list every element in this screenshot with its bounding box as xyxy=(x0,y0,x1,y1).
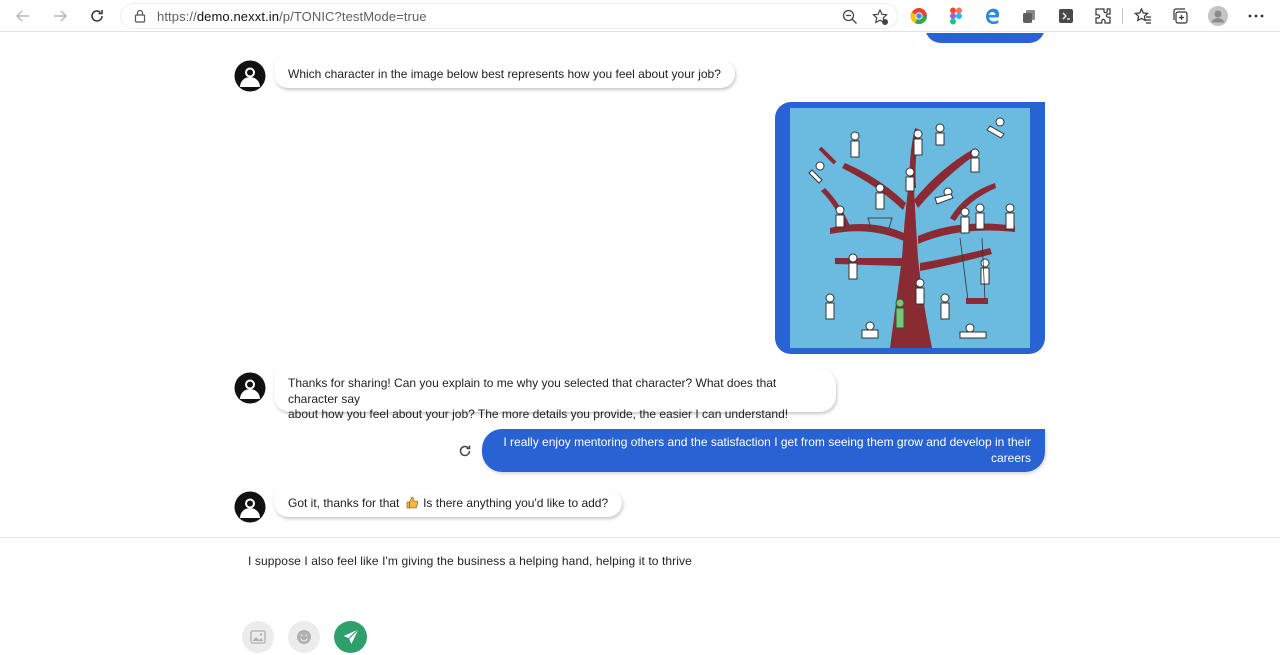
bot-message-3-text-start: Got it, thanks for that xyxy=(288,496,400,510)
bot-avatar-icon xyxy=(234,372,266,404)
extensions-icon[interactable] xyxy=(1093,6,1113,26)
bot-avatar-icon xyxy=(234,60,266,92)
zoom-icon[interactable] xyxy=(841,8,859,26)
attach-image-button[interactable] xyxy=(242,621,274,653)
chrome-extension-icon[interactable] xyxy=(909,6,929,26)
profile-avatar[interactable] xyxy=(1207,5,1229,27)
arrow-right-icon xyxy=(54,10,67,22)
tree-characters-image[interactable] xyxy=(790,108,1030,348)
tree-illustration-icon xyxy=(808,117,1015,348)
copy-extension-icon[interactable] xyxy=(1019,6,1039,26)
toolbar-divider xyxy=(1122,8,1123,24)
back-button[interactable] xyxy=(11,4,35,28)
url-host: demo.nexxt.in xyxy=(196,9,280,24)
add-favorite-icon[interactable] xyxy=(871,8,889,26)
message-input[interactable]: I suppose I also feel like I'm giving th… xyxy=(248,554,692,568)
reload-icon xyxy=(91,10,103,22)
bot-message-2-line-1: Thanks for sharing! Can you explain to m… xyxy=(288,376,777,406)
url-text[interactable]: https://demo.nexxt.in/p/TONIC?testMode=t… xyxy=(157,9,427,24)
bot-message-2: Thanks for sharing! Can you explain to m… xyxy=(274,369,836,421)
script-extension-icon[interactable] xyxy=(1056,6,1076,26)
message-composer: I suppose I also feel like I'm giving th… xyxy=(0,537,1280,655)
arrow-left-icon xyxy=(16,10,29,22)
favorites-icon[interactable] xyxy=(1133,6,1153,26)
smiley-icon xyxy=(297,630,311,644)
bot-message-1: Which character in the image below best … xyxy=(274,60,735,88)
more-options-icon[interactable] xyxy=(1246,6,1266,26)
user-message-1-line-1: I really enjoy mentoring others and the … xyxy=(503,435,1031,449)
browser-toolbar: https://demo.nexxt.in/p/TONIC?testMode=t… xyxy=(0,0,1280,32)
previous-user-bubble xyxy=(925,33,1045,43)
bot-message-1-text: Which character in the image below best … xyxy=(288,67,721,81)
paper-plane-icon xyxy=(343,629,359,644)
url-prefix: https:// xyxy=(157,9,197,24)
lock-icon xyxy=(134,9,146,23)
emoji-button[interactable] xyxy=(288,621,320,653)
bot-message-3-text-end: Is there anything you'd like to add? xyxy=(423,496,609,510)
user-image-message[interactable] xyxy=(775,102,1045,354)
bot-avatar-icon xyxy=(234,491,266,523)
address-bar[interactable]: https://demo.nexxt.in/p/TONIC?testMode=t… xyxy=(120,3,898,29)
user-message-1: I really enjoy mentoring others and the … xyxy=(482,429,1045,472)
edge-extension-icon[interactable] xyxy=(982,6,1002,26)
user-message-1-line-2: careers xyxy=(990,450,1031,465)
forward-button[interactable] xyxy=(48,4,72,28)
bot-message-3: Got it, thanks for that Is there anythin… xyxy=(274,489,623,517)
bot-message-2-line-2: about how you feel about your job? The m… xyxy=(288,407,789,421)
url-path: /p/TONIC?testMode=true xyxy=(279,9,427,24)
reload-button[interactable] xyxy=(85,4,109,28)
send-button[interactable] xyxy=(334,621,367,653)
retry-icon[interactable] xyxy=(458,444,472,458)
thumbs-up-icon xyxy=(406,496,418,509)
chat-thread: Which character in the image below best … xyxy=(0,33,1280,537)
image-icon xyxy=(250,630,266,644)
figma-extension-icon[interactable] xyxy=(946,6,966,26)
collections-icon[interactable] xyxy=(1170,6,1190,26)
